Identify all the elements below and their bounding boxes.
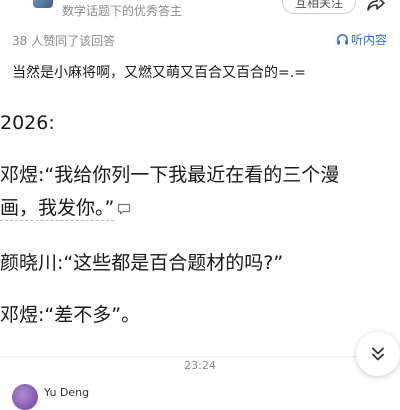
dialogue-line-2: 颜晓川:“这些都是百合题材的吗?” [0, 252, 284, 274]
share-icon[interactable] [366, 0, 386, 14]
follow-button-label: 互相关注 [294, 0, 343, 10]
answer-intro: 当然是小麻将啊，又燃又萌又百合又百合的=.= [12, 65, 306, 81]
dialogue-line-3: 邓煜:“差不多”。 [0, 304, 141, 326]
timestamp: 23:24 [184, 359, 216, 372]
vote-count: 38 人赞同了该回答 [12, 34, 116, 48]
dialogue-line-1-cont: 画，我发你。” [0, 195, 131, 221]
author-subtitle: 数学话题下的优秀答主 [62, 4, 183, 18]
commenter-name[interactable]: Yu Deng [44, 386, 89, 399]
double-chevron-down-icon [372, 347, 384, 361]
listen-button[interactable]: 听内容 [336, 31, 387, 47]
answer-year: 2026: [0, 112, 55, 134]
dialogue-text: :“我给你列一下我最近在看的三个漫 [38, 164, 340, 186]
top-bar: 数学话题下的优秀答主 互相关注 [0, 0, 400, 22]
listen-label: 听内容 [351, 32, 388, 47]
commenter-avatar[interactable] [12, 384, 38, 410]
follow-button[interactable]: 互相关注 [282, 0, 356, 14]
expand-button[interactable] [356, 332, 400, 376]
comment-icon[interactable] [117, 203, 131, 215]
dialogue-line-1: 邓煜:“我给你列一下我最近在看的三个漫 [0, 162, 339, 188]
speaker-name: 邓煜 [0, 164, 39, 186]
author-avatar[interactable] [33, 0, 53, 8]
headphone-icon [337, 33, 348, 45]
divider [0, 356, 400, 357]
annotated-text[interactable]: 画，我发你。” [0, 197, 115, 221]
